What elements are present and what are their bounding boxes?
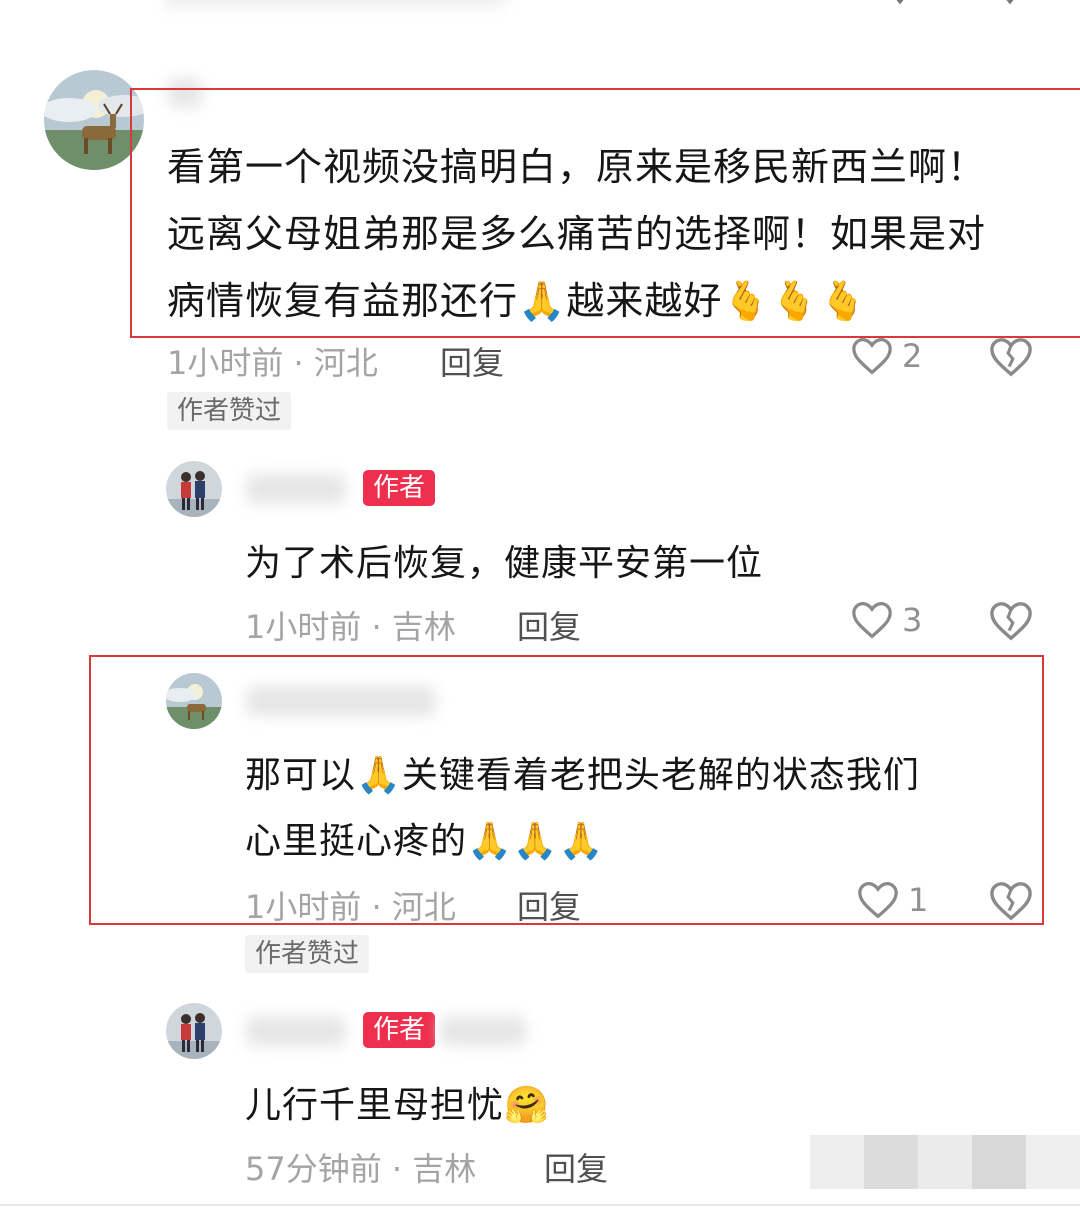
previous-heart-icon[interactable] [880,0,920,10]
comment-text-line: 看第一个视频没搞明白，原来是移民新西兰啊！ [167,145,987,189]
comment-text: 为了术后恢复，健康平安第一位 [245,543,764,584]
like-button[interactable]: 1 [856,880,928,920]
like-count: 1 [908,881,929,919]
like-button[interactable]: 3 [850,600,922,640]
comment-text-line: 心里挺心疼的🙏🙏🙏 [245,821,605,862]
heart-icon [852,337,892,375]
comment-meta: 57分钟前 · 吉林 [245,1150,477,1188]
comment-meta: 1小时前 · 河北 [245,888,456,926]
comment-author-name[interactable] [246,474,346,504]
heart-icon [852,601,892,639]
comment-text: 儿行千里母担忧🤗 [245,1085,550,1126]
dislike-broken-heart-icon[interactable] [988,600,1034,646]
like-count: 2 [902,337,923,375]
deer-avatar[interactable] [44,70,144,170]
heart-icon [858,881,898,919]
comment-text-line: 远离父母姐弟那是多么痛苦的选择啊！如果是对 [167,212,987,256]
reply-button[interactable]: 回复 [517,602,581,648]
deer-avatar[interactable] [166,673,222,729]
author-tag: 作者 [363,470,436,506]
comment-text-line: 病情恢复有益那还行🙏越来越好🫰🫰🫰 [167,279,868,323]
family-avatar[interactable] [166,461,222,517]
watermark-mosaic [810,1135,1080,1189]
comment-author-name[interactable] [246,1016,346,1046]
author-tag: 作者 [363,1012,436,1048]
comment-meta: 1小时前 · 吉林 [245,608,456,646]
comment-author-name[interactable] [246,686,436,716]
like-count: 3 [902,601,923,639]
reply-button[interactable]: 回复 [544,1144,608,1190]
like-button[interactable]: 2 [850,336,922,376]
author-liked-badge: 作者赞过 [167,392,292,430]
family-avatar[interactable] [166,1003,222,1059]
comment-author-name-suffix [440,1016,526,1046]
previous-dislike-icon[interactable] [990,0,1030,10]
reply-button[interactable]: 回复 [440,338,504,384]
comment-text-line: 那可以🙏关键看着老把头老解的状态我们 [245,755,920,796]
comment-meta: 1小时前 · 河北 [167,344,378,382]
reply-button[interactable]: 回复 [517,882,581,928]
previous-comment-meta-cutoff [165,0,505,8]
author-liked-badge: 作者赞过 [245,935,370,973]
dislike-broken-heart-icon[interactable] [988,336,1034,382]
bottom-divider [0,1204,1080,1206]
dislike-broken-heart-icon[interactable] [988,880,1034,926]
